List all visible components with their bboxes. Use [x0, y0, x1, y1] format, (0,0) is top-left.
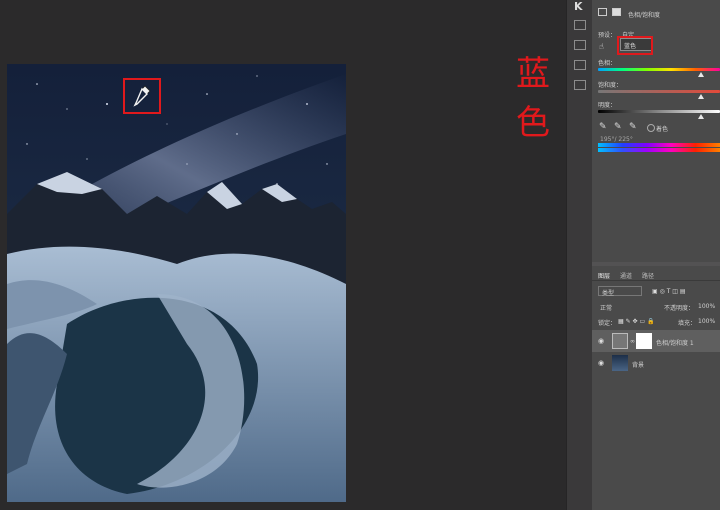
tool-strip: K: [566, 0, 593, 510]
tab-layers[interactable]: 图层: [598, 271, 610, 280]
layer-row[interactable]: ◉ 背景: [592, 352, 720, 374]
tab-divider: [592, 280, 720, 281]
saturation-slider[interactable]: [598, 90, 720, 93]
visibility-eye-icon[interactable]: ◉: [598, 359, 604, 367]
saturation-slider-thumb[interactable]: [698, 94, 704, 99]
panel-toggle-icon[interactable]: [574, 80, 586, 90]
layer-row[interactable]: ◉ ∞ 色相/饱和度 1: [592, 330, 720, 352]
annotation-label: 蓝色: [516, 54, 554, 143]
document-image[interactable]: [7, 64, 346, 502]
hue-slider[interactable]: [598, 68, 720, 71]
background-thumbnail: [612, 355, 628, 371]
lightness-label: 明度：: [598, 102, 617, 109]
properties-title: 色相/饱和度: [628, 12, 661, 19]
mask-icon[interactable]: [612, 8, 621, 16]
canvas-area: 蓝色: [0, 0, 566, 510]
adjustment-layer-icon: [598, 8, 607, 16]
panel-toggle-icon[interactable]: [574, 60, 586, 70]
k-label: K: [574, 0, 583, 13]
range-readout: 195°/ 225°: [600, 136, 633, 143]
source-color-bar: [598, 143, 720, 147]
lightness-slider-thumb[interactable]: [698, 114, 704, 119]
result-color-bar[interactable]: [598, 148, 720, 152]
right-panel: 色相/饱和度 预设： 自定 ☝ 蓝色 色相： 饱和度： 明度： ✎ ✎ ✎ 着色…: [592, 0, 720, 510]
eyedropper-icon[interactable]: ✎: [599, 122, 607, 132]
layers-panel: 图层 通道 路径 类型 ▣ ◎ T ◫ ▤ 正常 不透明度： 100% 锁定： …: [592, 266, 720, 510]
eyedropper-minus-icon[interactable]: ✎: [629, 122, 637, 132]
channel-highlight-box: [617, 36, 653, 55]
fill-value[interactable]: 100%: [698, 318, 715, 325]
lock-label: 锁定：: [598, 320, 617, 327]
hand-tool-icon[interactable]: ☝: [599, 42, 604, 51]
mask-thumbnail[interactable]: [636, 333, 652, 349]
fill-label: 填充：: [678, 320, 697, 327]
eyedropper-cursor-icon: [132, 84, 152, 112]
lock-icons[interactable]: ▦ ✎ ✥ ▭ 🔒: [618, 318, 655, 325]
layer-name: 色相/饱和度 1: [656, 340, 694, 347]
adjustment-thumbnail: [612, 333, 628, 349]
filter-type-label: 类型: [602, 290, 615, 297]
properties-panel: 色相/饱和度 预设： 自定 ☝ 蓝色 色相： 饱和度： 明度： ✎ ✎ ✎ 着色…: [592, 0, 720, 262]
link-icon: ∞: [630, 338, 635, 345]
saturation-label: 饱和度：: [598, 82, 623, 89]
tab-paths[interactable]: 路径: [642, 271, 654, 280]
colorize-checkbox[interactable]: [647, 124, 655, 132]
tab-channels[interactable]: 通道: [620, 271, 632, 280]
layer-name: 背景: [632, 362, 645, 369]
blend-mode-select[interactable]: 正常: [600, 303, 612, 312]
hue-slider-thumb[interactable]: [698, 72, 704, 77]
panel-toggle-icon[interactable]: [574, 20, 586, 30]
colorize-label: 着色: [656, 126, 669, 133]
preset-label: 预设：: [598, 32, 617, 39]
opacity-label: 不透明度：: [664, 305, 695, 312]
visibility-eye-icon[interactable]: ◉: [598, 337, 604, 345]
eyedropper-plus-icon[interactable]: ✎: [614, 122, 622, 132]
panel-toggle-icon[interactable]: [574, 40, 586, 50]
filter-icons[interactable]: ▣ ◎ T ◫ ▤: [652, 288, 686, 295]
lightness-slider[interactable]: [598, 110, 720, 113]
opacity-value[interactable]: 100%: [698, 303, 715, 310]
hue-label: 色相：: [598, 60, 617, 67]
mountain-night-photo: [7, 64, 346, 502]
